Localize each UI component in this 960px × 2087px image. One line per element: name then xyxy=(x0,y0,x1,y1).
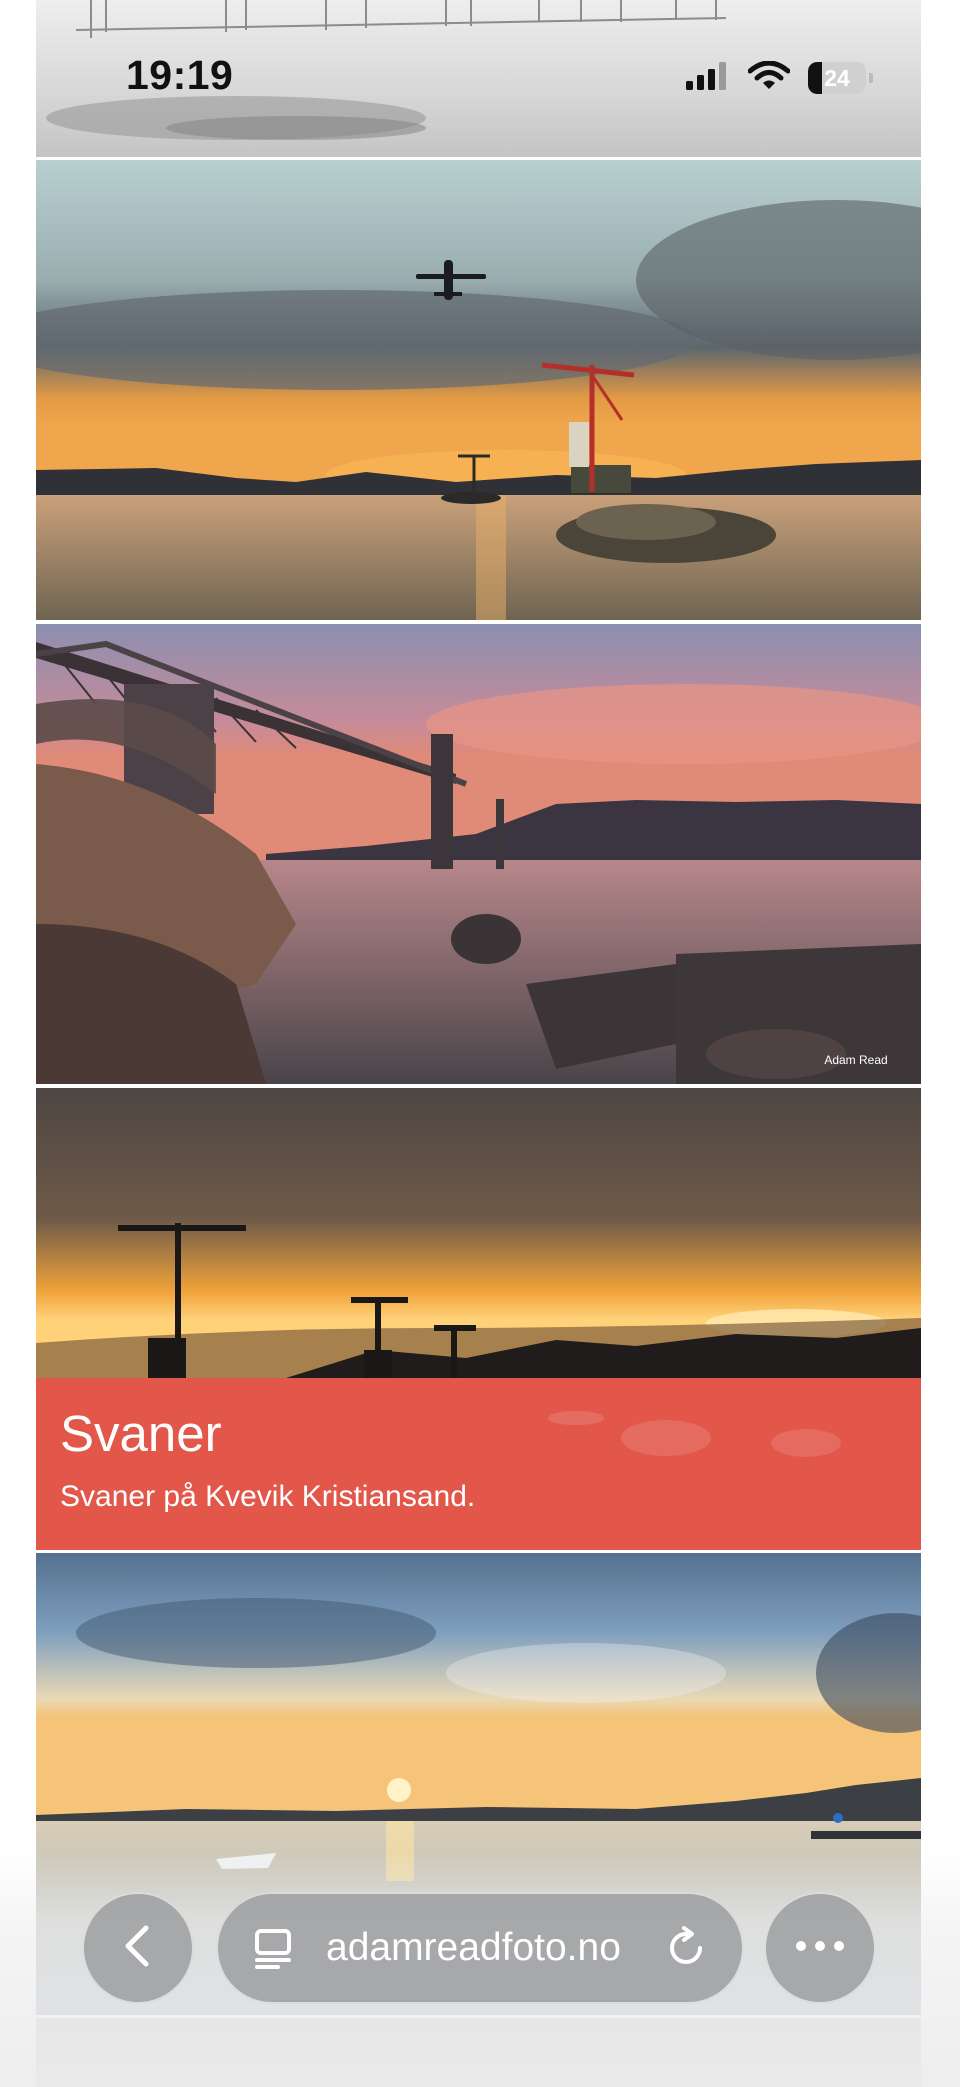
photo-gallery-page: Adam Read Svaner Svaner på Kvevik Kristi… xyxy=(0,0,960,2087)
address-bar[interactable]: adamreadfoto.no xyxy=(216,1892,744,2004)
photo-sunset-airplane-beacon[interactable] xyxy=(36,160,921,620)
reload-icon[interactable] xyxy=(664,1926,708,1975)
chevron-left-icon xyxy=(118,1922,158,1975)
page-menu-icon[interactable] xyxy=(254,1928,294,1975)
photo-watermark: Adam Read xyxy=(824,1053,887,1067)
caption-title: Svaner xyxy=(60,1405,222,1462)
caption-subtitle: Svaner på Kvevik Kristiansand. xyxy=(60,1480,476,1513)
more-dots-icon xyxy=(795,1939,845,1957)
photo-foggy-pier[interactable] xyxy=(36,0,921,157)
back-button[interactable] xyxy=(82,1892,194,2004)
url-text: adamreadfoto.no xyxy=(326,1926,621,1969)
photo-bridge-rocks-sunset[interactable]: Adam Read xyxy=(36,624,921,1084)
more-button[interactable] xyxy=(764,1892,876,2004)
